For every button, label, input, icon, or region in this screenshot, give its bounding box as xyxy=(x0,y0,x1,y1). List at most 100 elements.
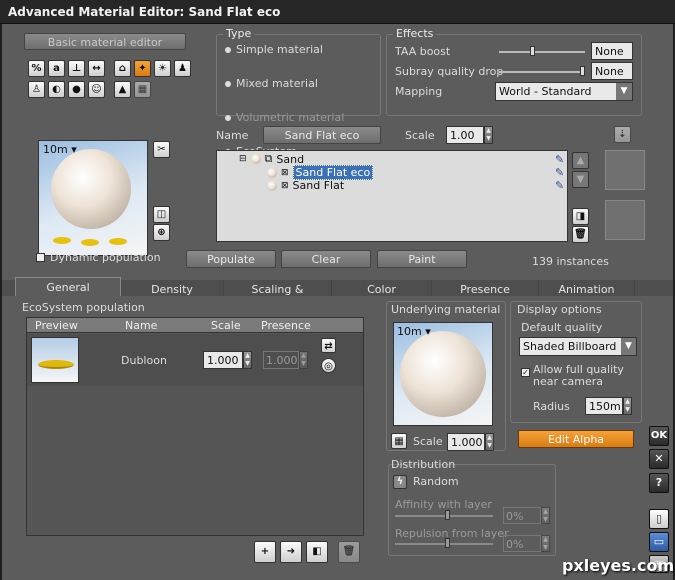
name-label: Name xyxy=(216,129,249,142)
underlying-scale-input[interactable]: 1.000 xyxy=(447,433,485,451)
lightning-icon[interactable]: ϟ xyxy=(393,475,407,489)
replace-object-icon[interactable]: ⇄ xyxy=(321,338,336,353)
name-field[interactable]: Sand Flat eco xyxy=(263,126,381,144)
quality-select[interactable]: Shaded Billboard ▼ xyxy=(519,337,637,356)
type-group: Type Simple material Mixed material Volu… xyxy=(216,27,381,158)
window-title: Advanced Material Editor: Sand Flat eco xyxy=(0,0,675,24)
edit-pencil-icon[interactable]: ✎ xyxy=(555,153,564,166)
color-swatch[interactable] xyxy=(605,200,645,240)
type-title: Type xyxy=(223,27,255,40)
edit-alpha-button[interactable]: Edit Alpha xyxy=(518,430,634,448)
dubloon-preview xyxy=(31,337,79,383)
portrait-icon[interactable]: ☺ xyxy=(88,81,105,98)
add-cube-icon[interactable]: ◧ xyxy=(306,541,328,563)
clear-button[interactable]: Clear xyxy=(281,250,371,268)
grid-icon[interactable]: ▦ xyxy=(134,81,151,98)
populate-button[interactable]: Populate xyxy=(186,250,276,268)
radio-mixed-material[interactable]: Mixed material xyxy=(225,77,388,94)
repulsion-slider[interactable] xyxy=(395,538,493,548)
underlying-zoom[interactable]: 10m ▾ xyxy=(397,325,431,338)
underlying-scale-spinner[interactable]: ▲ ▼ xyxy=(485,433,494,451)
ecosystem-table: Preview Name Scale Presence Dubloon 1.00… xyxy=(26,317,364,536)
edit-pencil-icon[interactable]: ✎ xyxy=(555,166,564,179)
row-scale-input[interactable]: 1.000 xyxy=(203,351,243,369)
radius-spinner[interactable]: ▲ ▼ xyxy=(623,397,632,415)
row-presence-input[interactable]: 1.000 xyxy=(263,351,299,369)
export-icon[interactable]: ⇣ xyxy=(614,126,631,143)
ok-button[interactable]: OK xyxy=(649,426,669,446)
paint-button[interactable]: Paint xyxy=(377,250,467,268)
preview-zoom[interactable]: 10m ▾ xyxy=(43,143,77,156)
dynamic-population-checkbox[interactable] xyxy=(36,253,45,262)
add-object-icon[interactable]: + xyxy=(254,541,276,563)
subray-quality-slider[interactable] xyxy=(499,66,585,76)
taa-boost-knob[interactable] xyxy=(530,46,536,56)
affinity-input[interactable]: 0% xyxy=(503,507,541,524)
cube-icon[interactable]: ◫ xyxy=(153,206,170,223)
help-button[interactable]: ? xyxy=(649,473,669,493)
sun-icon[interactable]: ☀ xyxy=(154,60,171,77)
edit-object-icon[interactable]: ◎ xyxy=(321,358,336,373)
affinity-knob[interactable] xyxy=(445,510,450,520)
subray-quality-value[interactable]: None xyxy=(591,62,633,80)
move-down-icon[interactable]: ▼ xyxy=(572,171,589,188)
repulsion-label: Repulsion from layer xyxy=(395,527,509,540)
tree-node-sand-flat[interactable]: ⊠ Sand Flat xyxy=(267,179,344,192)
scissors-icon[interactable]: ✂ xyxy=(153,141,170,158)
add-material-icon[interactable]: ➜ xyxy=(280,541,302,563)
tree-node-sand-flat-eco[interactable]: ⊠ Sand Flat eco xyxy=(267,165,374,180)
repulsion-input[interactable]: 0% xyxy=(503,535,541,552)
taa-boost-slider[interactable] xyxy=(499,46,585,56)
stamp-icon[interactable]: ⊥ xyxy=(68,60,85,77)
radio-simple-material[interactable]: Simple material xyxy=(225,43,388,60)
affinity-slider[interactable] xyxy=(395,510,493,520)
ecosystem-icon[interactable]: ✦ xyxy=(134,60,151,77)
radius-input[interactable]: 150m xyxy=(585,397,623,415)
sphere-icon[interactable]: ● xyxy=(68,81,85,98)
chevron-down-icon: ▼ xyxy=(616,83,632,100)
mapping-select[interactable]: World - Standard ▼ xyxy=(495,82,633,101)
edit-pencil-icon[interactable]: ✎ xyxy=(555,179,564,192)
subray-quality-knob[interactable] xyxy=(580,66,585,76)
general-tab-panel: EcoSystem population Preview Name Scale … xyxy=(2,296,673,580)
delete-object-icon[interactable]: 🗑 xyxy=(338,541,360,563)
scale-input[interactable]: 1.00 xyxy=(446,126,484,144)
chevron-down-icon: ▼ xyxy=(621,338,636,355)
allow-full-quality-checkbox[interactable]: ✓ xyxy=(521,368,530,377)
repulsion-knob[interactable] xyxy=(445,538,450,548)
close-button[interactable]: ✕ xyxy=(649,449,669,469)
text-a-icon[interactable]: a xyxy=(48,60,65,77)
repulsion-spinner[interactable]: ▲ ▼ xyxy=(541,535,550,552)
checker-icon[interactable]: ▦ xyxy=(391,433,407,449)
affinity-spinner[interactable]: ▲ ▼ xyxy=(541,507,550,524)
walker-icon[interactable]: ♙ xyxy=(28,81,45,98)
terrain-icon[interactable]: ▲ xyxy=(114,81,131,98)
layer-icon: ⧉ xyxy=(264,152,273,165)
table-row[interactable]: Dubloon 1.000 ▲ ▼ 1.000 ▲ ▼ ⇄ ◎ xyxy=(27,334,363,386)
zoom-icon[interactable]: ⊕ xyxy=(153,224,170,241)
affinity-label: Affinity with layer xyxy=(395,498,492,511)
row-presence-spinner[interactable]: ▲ ▼ xyxy=(299,351,308,369)
scale-spinner[interactable]: ▲ ▼ xyxy=(484,126,493,144)
moon-icon[interactable]: ◐ xyxy=(48,81,65,98)
delete-icon[interactable]: 🗑 xyxy=(572,226,589,243)
new-layer-icon[interactable]: ◨ xyxy=(572,208,589,225)
arrows-icon[interactable]: ↔ xyxy=(88,60,105,77)
subray-quality-label: Subray quality drop xyxy=(395,65,504,78)
move-up-icon[interactable]: ▲ xyxy=(572,152,589,169)
taa-boost-value[interactable]: None xyxy=(591,42,633,60)
tree-node-root[interactable]: ⊟ ⧉ Sand xyxy=(239,152,304,166)
chart-icon[interactable]: ⌂ xyxy=(114,60,131,77)
underlying-material-group: Underlying material 10m ▾ ▦ Scale 1.000 … xyxy=(386,301,506,451)
taa-boost-label: TAA boost xyxy=(395,45,451,58)
open-folder-icon[interactable]: ▭ xyxy=(649,532,669,552)
row-scale-spinner[interactable]: ▲ ▼ xyxy=(243,351,252,369)
color-swatch[interactable] xyxy=(605,150,645,190)
new-document-icon[interactable]: ▯ xyxy=(649,509,669,529)
percent-icon[interactable]: % xyxy=(28,60,45,77)
person-icon[interactable]: ♟ xyxy=(174,60,191,77)
distribution-mode[interactable]: Random xyxy=(413,475,459,488)
dynamic-population-row[interactable]: Dynamic population xyxy=(36,251,161,264)
basic-material-editor-button[interactable]: Basic material editor xyxy=(24,33,186,50)
effects-title: Effects xyxy=(393,27,437,40)
